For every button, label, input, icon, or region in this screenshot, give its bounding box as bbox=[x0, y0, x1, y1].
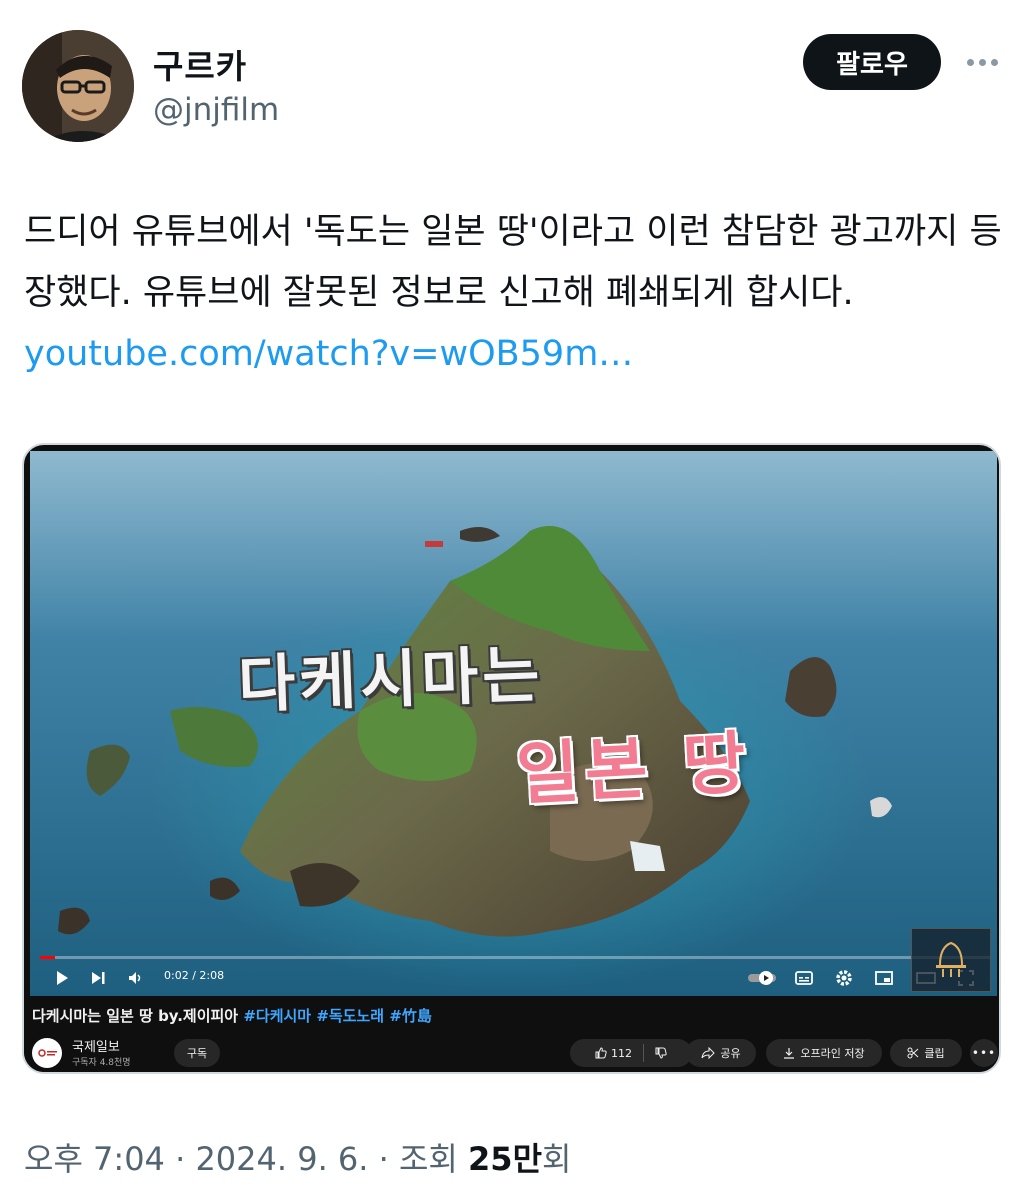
channel-name[interactable]: 국제일보 bbox=[72, 1036, 120, 1055]
thumbs-down-icon bbox=[655, 1047, 667, 1059]
media-card[interactable]: 다케시마는 일본 땅 0:02 / 2:08 다케시마는 일본 땅 by.제이피… bbox=[22, 443, 1001, 1074]
channel-avatar[interactable] bbox=[32, 1038, 62, 1068]
video-progress-fill bbox=[40, 956, 56, 959]
clip-button[interactable]: 클립 bbox=[890, 1039, 962, 1067]
video-title-line[interactable]: 다케시마는 일본 땅 by.제이피아 #다케시마 #독도노래 #竹島 bbox=[32, 1005, 432, 1026]
views-prefix: 조회 bbox=[398, 1140, 469, 1178]
meta-separator: · bbox=[368, 1140, 399, 1178]
meta-separator: · bbox=[164, 1140, 196, 1178]
subtitles-icon[interactable] bbox=[792, 966, 816, 990]
download-icon bbox=[784, 1048, 795, 1059]
subscribe-button[interactable]: 구독 bbox=[174, 1039, 220, 1067]
miniplayer-icon[interactable] bbox=[872, 966, 896, 990]
tweet-time[interactable]: 오후 7:04 bbox=[24, 1140, 165, 1178]
autoplay-toggle-icon[interactable] bbox=[748, 966, 778, 990]
like-dislike-group: 112 bbox=[570, 1039, 692, 1067]
video-more-icon: ••• bbox=[971, 1046, 997, 1060]
video-hashtags[interactable]: #다케시마 #독도노래 #竹島 bbox=[243, 1007, 432, 1025]
video-overlay-caption-1: 다케시마는 bbox=[237, 637, 545, 722]
video-player[interactable]: 다케시마는 일본 땅 0:02 / 2:08 bbox=[30, 451, 997, 996]
like-count: 112 bbox=[611, 1046, 632, 1060]
play-icon[interactable] bbox=[50, 966, 74, 990]
video-progress-bar[interactable] bbox=[40, 956, 990, 959]
dislike-button[interactable] bbox=[655, 1047, 667, 1059]
view-count: 25만 bbox=[468, 1140, 543, 1178]
tweet-date[interactable]: 2024. 9. 6. bbox=[195, 1140, 368, 1178]
video-more-button[interactable]: ••• bbox=[970, 1039, 998, 1067]
more-options-icon[interactable] bbox=[960, 44, 1004, 80]
share-button[interactable]: 공유 bbox=[686, 1039, 756, 1067]
volume-icon[interactable] bbox=[124, 966, 148, 990]
tweet-text: 드디어 유튜브에서 '독도는 일본 땅'이라고 이런 참담한 광고까지 등장했다… bbox=[24, 202, 1009, 385]
author-display-name[interactable]: 구르카 bbox=[153, 40, 247, 88]
channel-subscriber-count: 구독자 4.8천명 bbox=[72, 1058, 131, 1068]
share-icon bbox=[701, 1047, 716, 1059]
share-label: 공유 bbox=[720, 1047, 741, 1060]
author-avatar[interactable] bbox=[22, 30, 134, 142]
tweet-link[interactable]: youtube.com/watch?v=wOB59m… bbox=[24, 334, 633, 374]
tweet-meta-line: 오후 7:04 · 2024. 9. 6. · 조회 25만회 bbox=[24, 1134, 571, 1180]
tweet-body: 드디어 유튜브에서 '독도는 일본 땅'이라고 이런 참담한 광고까지 등장했다… bbox=[24, 212, 1002, 313]
video-title[interactable]: 다케시마는 일본 땅 by.제이피아 bbox=[32, 1007, 238, 1025]
thumbs-up-icon bbox=[595, 1047, 607, 1059]
video-time: 0:02 / 2:08 bbox=[164, 969, 225, 982]
channel-watermark-logo bbox=[911, 928, 991, 992]
next-icon[interactable] bbox=[86, 966, 110, 990]
follow-button[interactable]: 팔로우 bbox=[803, 34, 941, 90]
settings-gear-icon[interactable] bbox=[832, 966, 856, 990]
offline-save-label: 오프라인 저장 bbox=[800, 1047, 865, 1060]
views-suffix: 회 bbox=[542, 1140, 572, 1178]
like-button[interactable]: 112 bbox=[595, 1047, 632, 1060]
author-handle[interactable]: @jnjfilm bbox=[153, 92, 279, 128]
scissors-icon bbox=[907, 1047, 919, 1059]
video-overlay-caption-2: 일본 땅 bbox=[514, 723, 754, 816]
subscribe-label: 구독 bbox=[186, 1047, 208, 1060]
clip-label: 클립 bbox=[924, 1047, 945, 1060]
video-info-panel: 다케시마는 일본 땅 by.제이피아 #다케시마 #독도노래 #竹島 국제일보 … bbox=[24, 996, 999, 1072]
offline-save-button[interactable]: 오프라인 저장 bbox=[766, 1039, 882, 1067]
